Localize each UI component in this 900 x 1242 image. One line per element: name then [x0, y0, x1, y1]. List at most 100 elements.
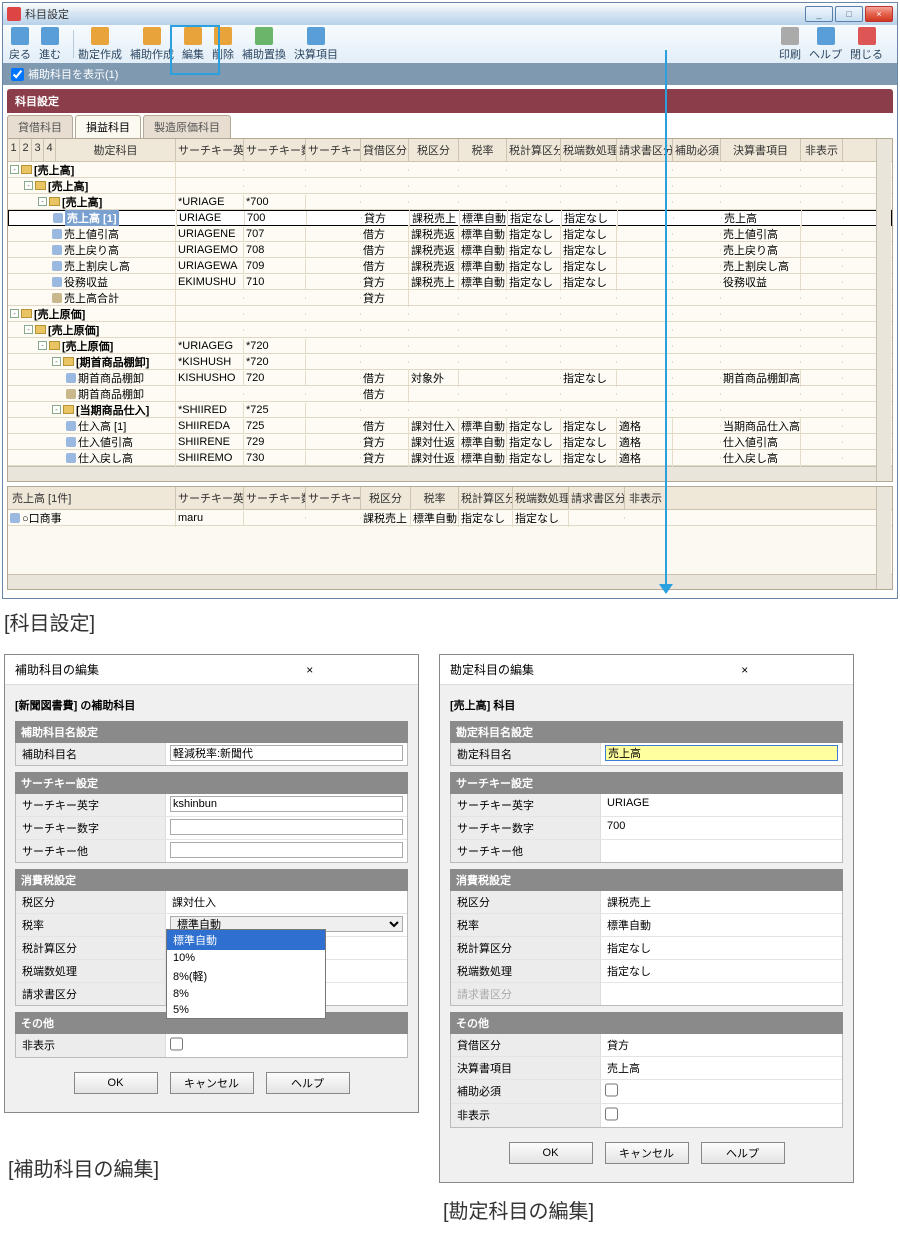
col-sk-other[interactable]: サーチキー他: [306, 139, 361, 161]
help-button[interactable]: ヘルプ: [809, 27, 842, 62]
sub-col-sk1[interactable]: サーチキー英字: [176, 487, 244, 509]
sub-col-hide[interactable]: 非表示: [625, 487, 667, 509]
account-name-input[interactable]: [605, 745, 838, 761]
sub-col-sk2[interactable]: サーチキー数字: [244, 487, 306, 509]
sk-other-value[interactable]: [601, 840, 842, 862]
create-sub-button[interactable]: 補助作成: [130, 27, 174, 62]
sk-num-value[interactable]: 700: [601, 817, 842, 839]
required-checkbox[interactable]: [605, 1082, 618, 1098]
dlg1-s1-header: 補助科目名設定: [15, 721, 408, 743]
tab-mfg[interactable]: 製造原価科目: [143, 115, 231, 138]
col-lv3[interactable]: 3: [32, 139, 44, 161]
tax-rate-dropdown-list: 標準自動 10% 8%(軽) 8% 5%: [166, 929, 326, 1019]
d2-calc-value[interactable]: 指定なし: [601, 937, 842, 959]
toolbar: 戻る 進む 勘定作成 補助作成 編集 削除 補助置換 決算項目 印刷 ヘルプ 閉…: [3, 25, 897, 63]
sub-col-rate[interactable]: 税率: [411, 487, 459, 509]
book-icon: [10, 513, 20, 523]
d2-frac-value[interactable]: 指定なし: [601, 960, 842, 982]
col-lv4[interactable]: 4: [44, 139, 56, 161]
hide-checkbox[interactable]: [605, 1106, 618, 1122]
tax-class-value[interactable]: 課対仕入: [166, 891, 407, 913]
d2-statement-value[interactable]: 売上高: [601, 1057, 842, 1079]
dlg2-title: 勘定科目の編集: [450, 661, 647, 678]
sub-grid-row[interactable]: ○口商事 maru 課税売上 標準自動 指定なし 指定なし: [8, 510, 892, 526]
tab-pl[interactable]: 損益科目: [75, 115, 141, 138]
minimize-button[interactable]: _: [805, 6, 833, 22]
grid-header: 1 2 3 4 勘定科目 サーチキー英字 サーチキー数字 サーチキー他 貸借区分…: [8, 139, 892, 162]
app-icon: [7, 7, 21, 21]
sub-name-input[interactable]: [170, 745, 403, 761]
sub-grid: 売上高 [1件] サーチキー英字 サーチキー数字 サーチキー他 税区分 税率 税…: [7, 486, 893, 590]
col-calc[interactable]: 税計算区分: [507, 139, 561, 161]
col-tax[interactable]: 税区分: [409, 139, 459, 161]
sub-swap-button[interactable]: 補助置換: [242, 27, 286, 62]
help-button[interactable]: ヘルプ: [701, 1142, 785, 1164]
dd-option[interactable]: 10%: [167, 950, 325, 966]
cancel-button[interactable]: キャンセル: [605, 1142, 689, 1164]
maximize-button[interactable]: □: [835, 6, 863, 22]
tabs: 貸借科目 損益科目 製造原価科目: [7, 115, 893, 138]
dlg1-subtitle: [新聞図書費] の補助科目: [15, 697, 408, 713]
dd-option[interactable]: 5%: [167, 1002, 325, 1018]
sub-col-frac[interactable]: 税端数処理: [513, 487, 569, 509]
sub-horizontal-scrollbar[interactable]: [8, 574, 892, 589]
tab-bs[interactable]: 貸借科目: [7, 115, 73, 138]
ok-button[interactable]: OK: [509, 1142, 593, 1164]
edit-highlight-box: [170, 25, 220, 75]
sub-col-calc[interactable]: 税計算区分: [459, 487, 513, 509]
dd-option[interactable]: 8%(軽): [167, 966, 325, 986]
show-sub-label: 補助科目を表示(1): [28, 66, 118, 82]
close-button[interactable]: ×: [865, 6, 893, 22]
col-required[interactable]: 補助必須: [673, 139, 721, 161]
vertical-scrollbar[interactable]: [876, 139, 891, 481]
create-account-button[interactable]: 勘定作成: [78, 27, 122, 62]
ok-button[interactable]: OK: [74, 1072, 158, 1094]
cancel-button[interactable]: キャンセル: [170, 1072, 254, 1094]
col-rate[interactable]: 税率: [459, 139, 507, 161]
hide-checkbox[interactable]: [170, 1036, 183, 1052]
main-grid: 1 2 3 4 勘定科目 サーチキー英字 サーチキー数字 サーチキー他 貸借区分…: [7, 138, 893, 482]
dlg1-close-button[interactable]: ×: [212, 663, 409, 677]
grid-row[interactable]: -[売上高]*URIAGE*700: [8, 194, 892, 210]
col-sk-en[interactable]: サーチキー英字: [176, 139, 244, 161]
help-button[interactable]: ヘルプ: [266, 1072, 350, 1094]
print-button[interactable]: 印刷: [779, 27, 801, 62]
sk-en-value[interactable]: URIAGE: [601, 794, 842, 816]
panel-title: 科目設定: [7, 89, 893, 113]
d2-rate-value[interactable]: 標準自動: [601, 914, 842, 936]
close-tool-button[interactable]: 閉じる: [850, 27, 883, 62]
col-lv2[interactable]: 2: [20, 139, 32, 161]
dlg2-subtitle: [売上高] 科目: [450, 697, 843, 713]
col-frac[interactable]: 税端数処理: [561, 139, 617, 161]
sk-num-input[interactable]: [170, 819, 403, 835]
d2-invoice-value: [601, 983, 842, 1005]
sub-vertical-scrollbar[interactable]: [876, 487, 891, 589]
grid-row[interactable]: 仕入戻し高SHIIREMO730貸方課対仕返標準自動指定なし指定なし適格仕入戻し…: [8, 450, 892, 466]
dlg2-close-button[interactable]: ×: [647, 663, 844, 677]
sub-col-tax[interactable]: 税区分: [361, 487, 411, 509]
col-account[interactable]: 勘定科目: [56, 139, 176, 161]
horizontal-scrollbar[interactable]: [8, 466, 892, 481]
sk-other-input[interactable]: [170, 842, 403, 858]
col-statement[interactable]: 決算書項目: [721, 139, 801, 161]
subtoolbar: 補助科目を表示(1): [3, 63, 897, 85]
show-sub-checkbox[interactable]: [11, 68, 24, 81]
dlg1-s2-header: サーチキー設定: [15, 772, 408, 794]
sub-col-sk3[interactable]: サーチキー他: [306, 487, 361, 509]
sub-col-inv[interactable]: 請求書区分: [569, 487, 625, 509]
d2-tax-value[interactable]: 課税売上: [601, 891, 842, 913]
dlg2-s3-header: 消費税設定: [450, 869, 843, 891]
col-sk-num[interactable]: サーチキー数字: [244, 139, 306, 161]
calc-item-button[interactable]: 決算項目: [294, 27, 338, 62]
forward-button[interactable]: 進む: [39, 27, 61, 62]
back-button[interactable]: 戻る: [9, 27, 31, 62]
dlg2-s2-header: サーチキー設定: [450, 772, 843, 794]
col-lv1[interactable]: 1: [8, 139, 20, 161]
grid-body[interactable]: -[売上高]-[売上高]-[売上高]*URIAGE*700売上高 [1]URIA…: [8, 162, 892, 466]
col-hide[interactable]: 非表示: [801, 139, 843, 161]
col-debit[interactable]: 貸借区分: [361, 139, 409, 161]
dd-option[interactable]: 標準自動: [167, 930, 325, 950]
dd-option[interactable]: 8%: [167, 986, 325, 1002]
d2-debit-value[interactable]: 貸方: [601, 1034, 842, 1056]
sk-en-input[interactable]: [170, 796, 403, 812]
